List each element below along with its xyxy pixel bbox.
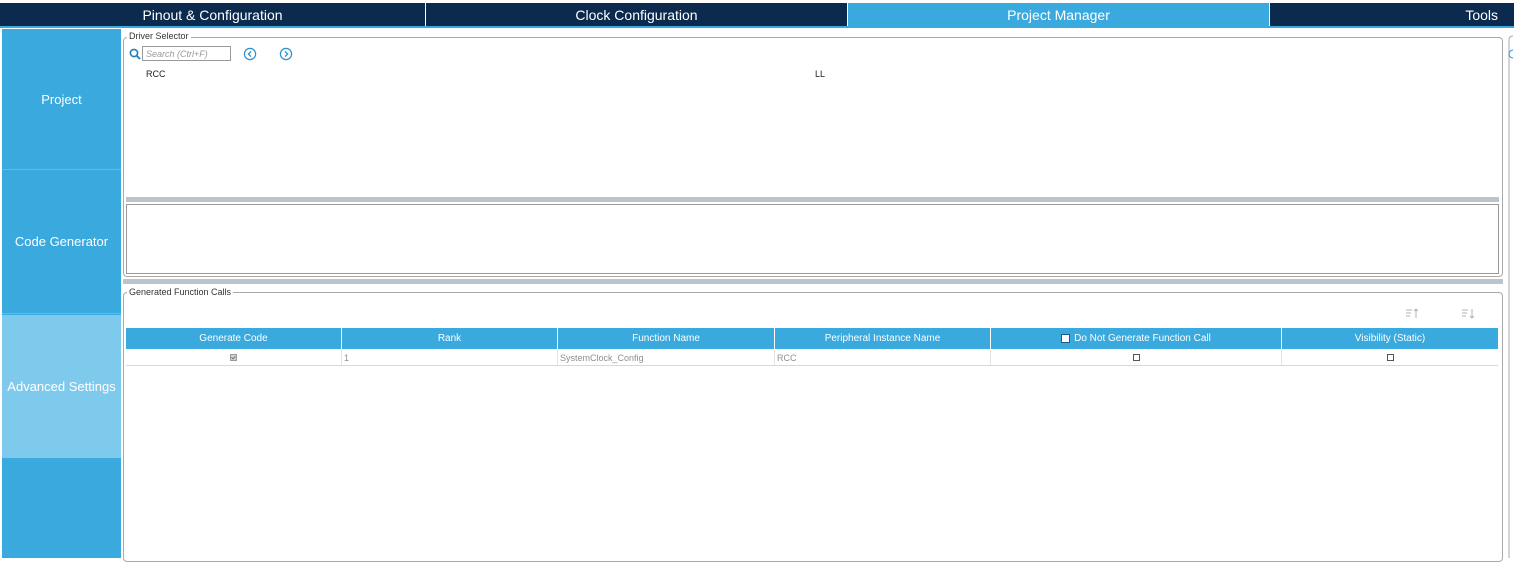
generated-function-calls-title: Generated Function Calls [127, 287, 234, 298]
tab-tools[interactable]: Tools [1270, 3, 1514, 26]
tab-underline [0, 26, 1514, 28]
sidebar-item-advanced-settings[interactable]: Advanced Settings [2, 315, 121, 458]
main-splitter[interactable] [123, 279, 1503, 284]
column-header-peripheral-instance-name[interactable]: Peripheral Instance Name [775, 328, 991, 349]
top-tab-bar: Pinout & Configuration Clock Configurati… [0, 0, 1514, 28]
function-name-cell: SystemClock_Config [558, 350, 775, 365]
inner-splitter[interactable] [126, 197, 1499, 202]
column-header-visibility-static[interactable]: Visibility (Static) [1282, 328, 1498, 349]
driver-description-panel [126, 204, 1499, 274]
driver-peripheral-name: RCC [146, 69, 166, 79]
tab-pinout-configuration[interactable]: Pinout & Configuration [0, 3, 425, 26]
generate-code-cell [126, 350, 342, 365]
rank-cell[interactable]: 1 [342, 350, 558, 365]
tab-project-manager[interactable]: Project Manager [848, 3, 1269, 26]
search-input[interactable] [142, 46, 231, 61]
column-header-generate-code[interactable]: Generate Code [126, 328, 342, 349]
do-not-generate-cell [991, 350, 1282, 365]
table-row[interactable]: 1 SystemClock_Config RCC [126, 350, 1498, 366]
visibility-static-checkbox[interactable] [1386, 354, 1394, 361]
right-panel-edge [1508, 35, 1514, 558]
driver-selector-title: Driver Selector [127, 31, 191, 42]
search-icon [129, 48, 141, 60]
column-header-do-not-generate-label: Do Not Generate Function Call [1074, 333, 1211, 344]
column-header-function-name[interactable]: Function Name [558, 328, 775, 349]
do-not-generate-checkbox[interactable] [1132, 354, 1140, 361]
peripheral-instance-cell: RCC [775, 350, 991, 365]
column-header-do-not-generate[interactable]: Do Not Generate Function Call [991, 328, 1282, 349]
sidebar: Project Code Generator Advanced Settings [2, 29, 121, 558]
visibility-static-cell [1282, 350, 1498, 365]
sidebar-item-project[interactable]: Project [2, 29, 121, 170]
do-not-generate-all-checkbox[interactable] [1061, 334, 1071, 343]
generate-code-checkbox[interactable] [230, 354, 237, 361]
back-arrow-icon[interactable] [243, 47, 257, 61]
table-header: Generate Code Rank Function Name Periphe… [126, 328, 1498, 349]
forward-arrow-icon[interactable] [279, 47, 293, 61]
column-header-rank[interactable]: Rank [342, 328, 558, 349]
sidebar-item-code-generator[interactable]: Code Generator [2, 170, 121, 314]
sort-ascending-icon[interactable] [1405, 307, 1419, 320]
sort-descending-icon[interactable] [1461, 307, 1475, 320]
tab-clock-configuration[interactable]: Clock Configuration [426, 3, 847, 26]
driver-type-select[interactable]: LL [815, 69, 825, 79]
